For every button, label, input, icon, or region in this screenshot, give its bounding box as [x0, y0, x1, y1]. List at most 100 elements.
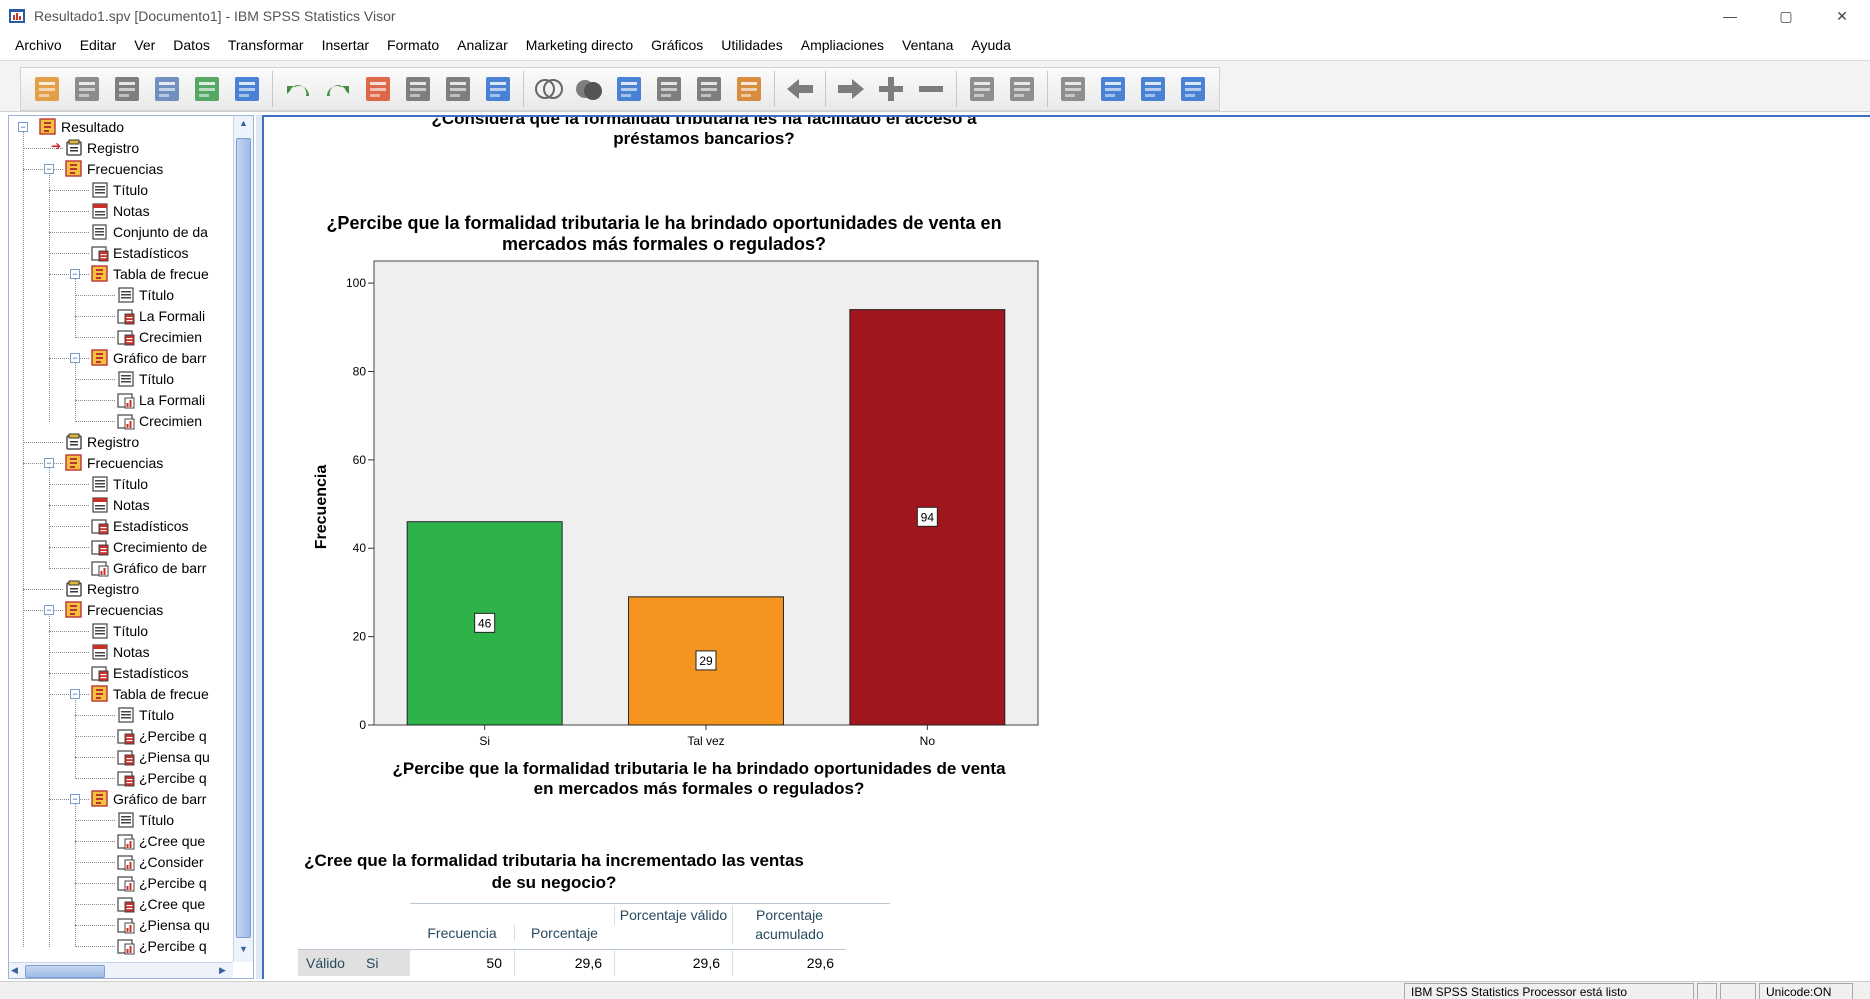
outline-item[interactable]: ¿Cree que	[117, 893, 205, 914]
outline-item[interactable]: Frecuencias	[65, 452, 163, 473]
outline-item[interactable]: Conjunto de da	[91, 221, 208, 242]
maximize-button[interactable]: ▢	[1758, 0, 1814, 32]
outline-item[interactable]: Gráfico de barr	[91, 347, 206, 368]
outline-item[interactable]: Título	[117, 368, 174, 389]
menu-formato[interactable]: Formato	[378, 37, 448, 53]
minimize-button[interactable]: —	[1702, 0, 1758, 32]
outline-item[interactable]: ¿Percibe q	[117, 725, 207, 746]
outline-item[interactable]: Registro	[65, 137, 139, 158]
menu-insertar[interactable]: Insertar	[313, 37, 378, 53]
outline-item[interactable]: Tabla de frecue	[91, 263, 209, 284]
outline-item[interactable]: Título	[91, 620, 148, 641]
outline-item[interactable]: Título	[117, 284, 174, 305]
recall-dialog-icon[interactable]	[228, 70, 266, 108]
select-cases-icon[interactable]	[650, 70, 688, 108]
tree-collapse-toggle[interactable]: −	[18, 122, 28, 132]
use-sets-icon[interactable]	[730, 70, 768, 108]
venn-icon[interactable]	[530, 70, 568, 108]
insert-title-icon[interactable]	[1134, 70, 1172, 108]
tree-collapse-toggle[interactable]: −	[70, 353, 80, 363]
scroll-up-arrow-icon[interactable]: ▲	[236, 118, 251, 134]
outline-item[interactable]: Estadísticos	[91, 662, 188, 683]
menu-utilidades[interactable]: Utilidades	[712, 37, 791, 53]
menu-archivo[interactable]: Archivo	[6, 37, 71, 53]
print-preview-icon[interactable]	[148, 70, 186, 108]
redo-icon[interactable]	[319, 70, 357, 108]
undo-icon[interactable]	[279, 70, 317, 108]
outline-item[interactable]: Resultado	[39, 116, 124, 137]
designate-window-icon[interactable]	[1054, 70, 1092, 108]
menu-editar[interactable]: Editar	[71, 37, 126, 53]
tree-collapse-toggle[interactable]: −	[44, 458, 54, 468]
outline-item[interactable]: Frecuencias	[65, 599, 163, 620]
outline-item[interactable]: ¿Consider	[117, 851, 204, 872]
goto-data-icon[interactable]	[359, 70, 397, 108]
tree-collapse-toggle[interactable]: −	[70, 689, 80, 699]
outline-item[interactable]: Tabla de frecue	[91, 683, 209, 704]
outline-item[interactable]: Registro	[65, 431, 139, 452]
outline-item[interactable]: ¿Percibe q	[117, 767, 207, 788]
outline-item[interactable]: La Formali	[117, 389, 205, 410]
outline-item[interactable]: Crecimien	[117, 326, 202, 347]
outline-item[interactable]: Notas	[91, 494, 150, 515]
split-icon[interactable]	[570, 70, 608, 108]
outline-hscroll-thumb[interactable]	[25, 965, 105, 978]
goto-case-icon[interactable]	[399, 70, 437, 108]
menu-transformar[interactable]: Transformar	[219, 37, 313, 53]
demote-icon[interactable]	[832, 70, 870, 108]
tree-collapse-toggle[interactable]: −	[44, 164, 54, 174]
print-icon[interactable]	[108, 70, 146, 108]
save-icon[interactable]	[68, 70, 106, 108]
outline-item[interactable]: ¿Piensa qu	[117, 746, 210, 767]
outline-item[interactable]: Notas	[91, 200, 150, 221]
outline-item[interactable]: ¿Cree que	[117, 830, 205, 851]
outline-item[interactable]: Crecimien	[117, 410, 202, 431]
outline-item[interactable]: ¿Percibe q	[117, 872, 207, 893]
goto-variable-icon[interactable]	[439, 70, 477, 108]
close-button[interactable]: ✕	[1814, 0, 1870, 32]
menu-ampliaciones[interactable]: Ampliaciones	[792, 37, 893, 53]
outline-item[interactable]: Registro	[65, 578, 139, 599]
tree-collapse-toggle[interactable]: −	[70, 794, 80, 804]
menu-marketing-directo[interactable]: Marketing directo	[517, 37, 642, 53]
menu-analizar[interactable]: Analizar	[448, 37, 517, 53]
outline-item[interactable]: Frecuencias	[65, 158, 163, 179]
hide-icon[interactable]	[1003, 70, 1041, 108]
collapse-icon[interactable]	[912, 70, 950, 108]
outline-item[interactable]: Gráfico de barr	[91, 788, 206, 809]
insert-heading-icon[interactable]	[1094, 70, 1132, 108]
outline-item[interactable]: Título	[91, 179, 148, 200]
tree-collapse-toggle[interactable]: −	[44, 605, 54, 615]
insert-text-icon[interactable]	[1174, 70, 1212, 108]
weight-icon[interactable]	[610, 70, 648, 108]
expand-icon[interactable]	[872, 70, 910, 108]
bar-chart[interactable]: ¿Percibe que la formalidad tributaria le…	[264, 117, 1064, 817]
outline-item[interactable]: ¿Piensa qu	[117, 914, 210, 935]
outline-item[interactable]: Notas	[91, 641, 150, 662]
outline-scroll-thumb[interactable]	[236, 138, 251, 938]
outline-vertical-scrollbar[interactable]: ▲ ▼	[233, 116, 253, 962]
show-icon[interactable]	[963, 70, 1001, 108]
menu-ventana[interactable]: Ventana	[893, 37, 962, 53]
promote-icon[interactable]	[781, 70, 819, 108]
variables-icon[interactable]	[479, 70, 517, 108]
menu-datos[interactable]: Datos	[164, 37, 219, 53]
outline-item[interactable]: ¿Percibe q	[117, 935, 207, 956]
outline-item[interactable]: Estadísticos	[91, 515, 188, 536]
scroll-right-arrow-icon[interactable]: ▶	[219, 965, 226, 976]
export-icon[interactable]	[188, 70, 226, 108]
outline-item[interactable]: Título	[117, 704, 174, 725]
menu-ayuda[interactable]: Ayuda	[962, 37, 1019, 53]
outline-item[interactable]: Gráfico de barr	[91, 557, 206, 578]
menu-ver[interactable]: Ver	[125, 37, 164, 53]
frequency-table[interactable]: Frecuencia Porcentaje Porcentaje válido …	[298, 903, 890, 979]
tree-collapse-toggle[interactable]: −	[70, 269, 80, 279]
value-labels-icon[interactable]	[690, 70, 728, 108]
scroll-down-arrow-icon[interactable]: ▼	[236, 944, 251, 960]
outline-item[interactable]: Estadísticos	[91, 242, 188, 263]
menu-graficos[interactable]: Gráficos	[642, 37, 712, 53]
open-icon[interactable]	[28, 70, 66, 108]
outline-horizontal-scrollbar[interactable]: ◀ ▶	[9, 962, 233, 978]
outline-item[interactable]: La Formali	[117, 305, 205, 326]
outline-item[interactable]: Título	[117, 809, 174, 830]
